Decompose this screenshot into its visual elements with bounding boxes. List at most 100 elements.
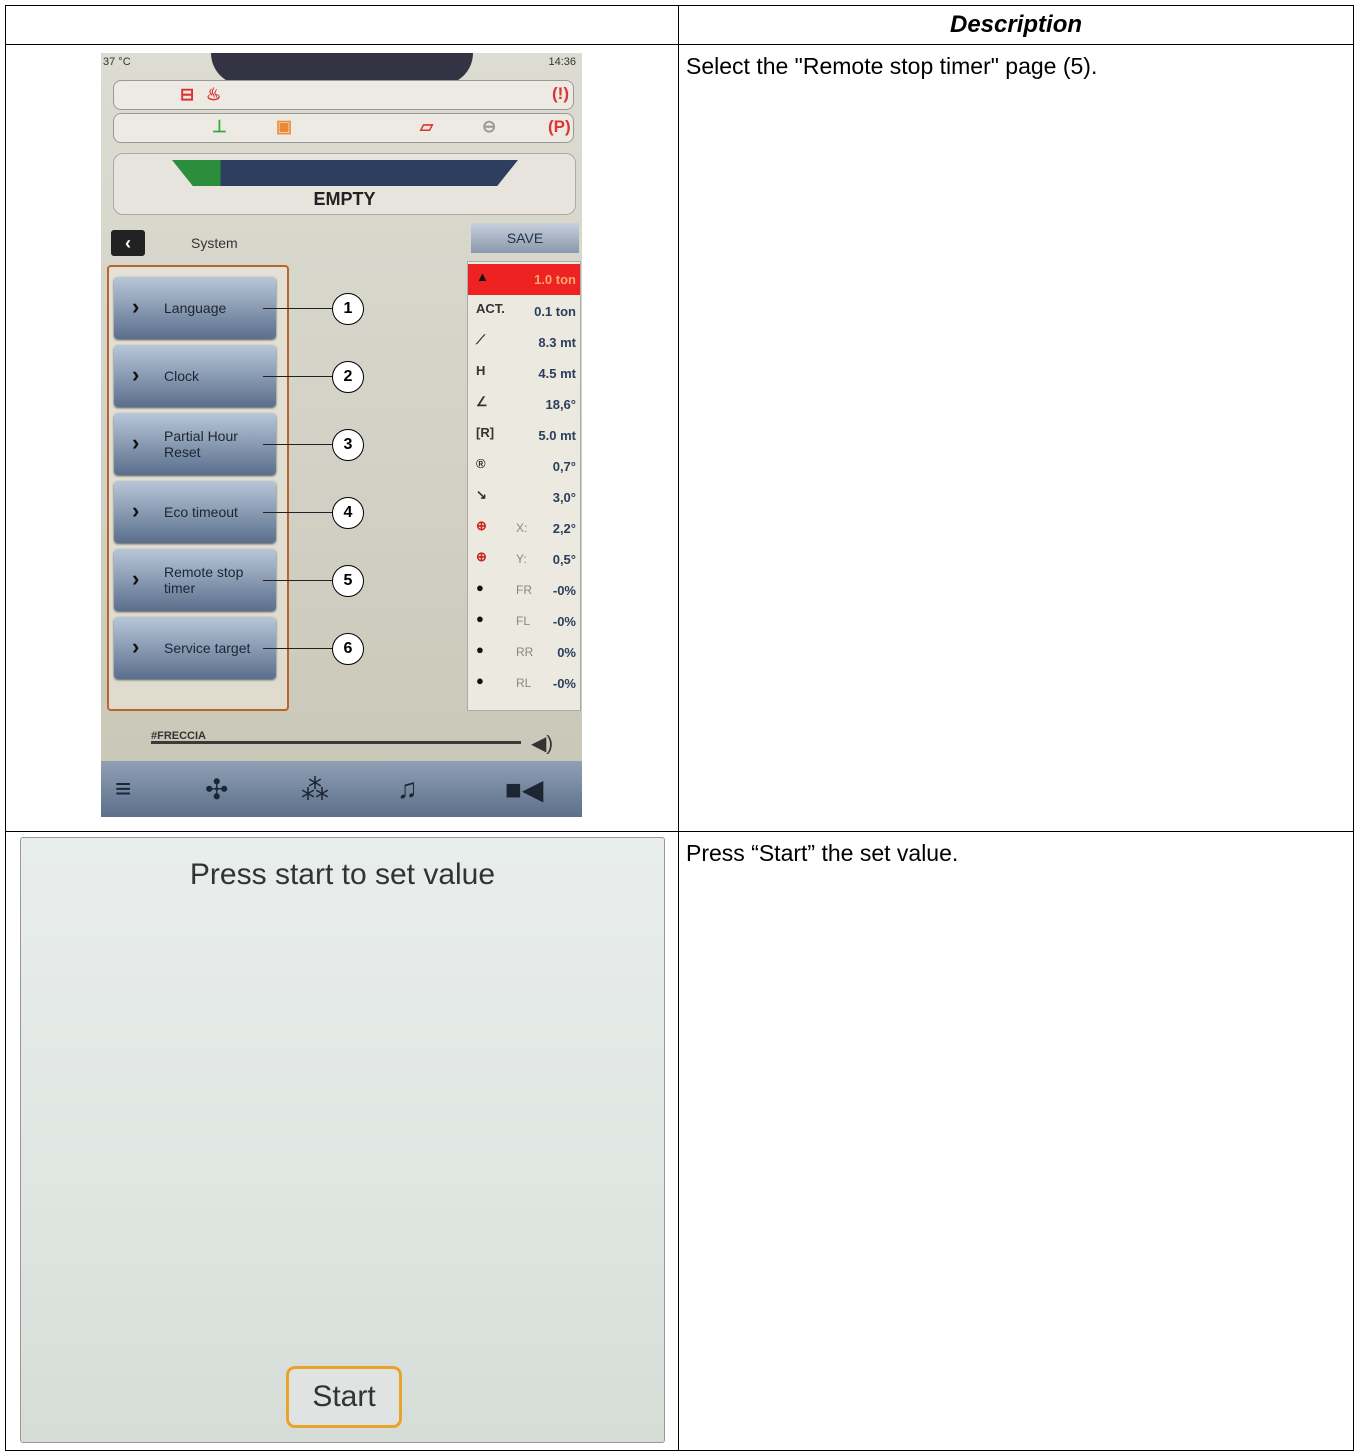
- callout-line: [263, 444, 333, 445]
- menu-item-label: Eco timeout: [164, 504, 238, 520]
- camera-icon[interactable]: ■◀: [505, 773, 543, 806]
- load-status: EMPTY: [313, 189, 376, 209]
- readout-value: 5.0 mt: [538, 428, 576, 443]
- readout-row: ® 0,7°: [468, 451, 580, 482]
- display-screenshot-start: Press start to set value Start: [20, 837, 665, 1443]
- callout-line: [263, 580, 333, 581]
- start-button[interactable]: Start: [286, 1366, 402, 1428]
- radio-progress: [151, 741, 521, 744]
- display-screenshot-system-menu: 37 °C 14:36 ⊟ ♨ (!) ⊥ ▣ ▱ ⊖ (P) EMPTY ‹ …: [101, 53, 582, 817]
- warning-bar-top: ⊟ ♨ (!): [113, 80, 574, 110]
- callout-3: 3: [332, 429, 364, 461]
- readout-value: 18,6°: [545, 397, 576, 412]
- step2-description: Press “Start” the set value.: [678, 831, 1354, 1451]
- menu-item-eco-timeout[interactable]: › Eco timeout: [114, 481, 276, 543]
- music-icon[interactable]: ♫: [397, 773, 418, 805]
- chevron-right-icon: ›: [132, 362, 140, 387]
- back-button[interactable]: ‹: [111, 230, 145, 256]
- readout-label: RR: [516, 645, 534, 659]
- readout-row: ⟋ 8.3 mt: [468, 327, 580, 358]
- clock-readout: 14:36: [548, 56, 576, 68]
- readout-value: -0%: [552, 676, 576, 691]
- menu-item-clock[interactable]: › Clock: [114, 345, 276, 407]
- battery-icon: ⊟: [180, 85, 195, 104]
- chevron-left-icon: ‹: [125, 233, 131, 253]
- readout-row: ⊕ X: 2,2°: [468, 513, 580, 544]
- readout-row: H 4.5 mt: [468, 358, 580, 389]
- bottom-nav: ≡ ✣ ⁂ ♫ ■◀: [101, 761, 582, 817]
- warning-bar-bottom: ⊥ ▣ ▱ ⊖ (P): [113, 113, 574, 143]
- callout-line: [263, 308, 333, 309]
- step1-description: Select the "Remote stop timer" page (5).: [678, 44, 1354, 832]
- menu-item-remote-stop-timer[interactable]: › Remote stop timer: [114, 549, 276, 611]
- menu-item-label: Service target: [164, 640, 251, 656]
- oil-icon: ♨: [206, 85, 222, 104]
- page-title: System: [191, 235, 238, 251]
- alert-icon: (!): [552, 84, 569, 103]
- rotation-icon: ®: [476, 456, 486, 471]
- readout-row: ● RL -0%: [468, 668, 580, 699]
- axle-lock-icon: ⊖: [482, 117, 497, 136]
- readout-value: 0,7°: [552, 459, 576, 474]
- readout-row: ● FL -0%: [468, 606, 580, 637]
- description-heading: Description: [678, 5, 1354, 45]
- weight-icon: ▲: [476, 269, 489, 284]
- menu-item-service-target[interactable]: › Service target: [114, 617, 276, 679]
- step2-image-cell: Press start to set value Start: [5, 831, 679, 1451]
- readout-value: 0%: [557, 645, 576, 660]
- level-y-icon: ⊕: [476, 549, 487, 564]
- save-button[interactable]: SAVE: [471, 223, 579, 253]
- tyre-icon: ●: [476, 642, 484, 657]
- readout-label: Y:: [516, 552, 527, 566]
- load-gauge-band: [172, 160, 518, 186]
- menu-item-partial-hour-reset[interactable]: › Partial Hour Reset: [114, 413, 276, 475]
- readout-row: ↘ 3,0°: [468, 482, 580, 513]
- seat-icon: ▣: [276, 117, 293, 136]
- instruction-table: Description 37 °C 14:36 ⊟ ♨ (!) ⊥ ▣ ▱ ⊖ …: [5, 5, 1354, 1451]
- slope-icon: ↘: [476, 487, 487, 502]
- temperature-readout: 37 °C: [103, 56, 131, 68]
- readout-label: FR: [516, 583, 532, 597]
- callout-line: [263, 512, 333, 513]
- level-x-icon: ⊕: [476, 518, 487, 533]
- system-menu: › Language › Clock › Partial Hour Reset › Ec…: [107, 265, 289, 711]
- length-icon: ⟋: [476, 332, 486, 347]
- fan-icon[interactable]: ✣: [205, 773, 228, 806]
- angle-icon: ∠: [476, 394, 488, 409]
- volume-icon[interactable]: ◀): [531, 731, 553, 756]
- tyre-icon: ●: [476, 611, 484, 626]
- machine-readouts: ▲ 1.0 ton ACT. 0.1 ton ⟋ 8.3 mt H 4.5 mt ∠ 18…: [467, 261, 581, 711]
- menu-icon[interactable]: ≡: [115, 773, 131, 805]
- radius-icon: [R]: [476, 425, 495, 440]
- readout-value: 0.1 ton: [534, 304, 576, 319]
- start-prompt: Press start to set value: [189, 858, 496, 891]
- chevron-right-icon: ›: [132, 430, 140, 455]
- tyre-icon: ●: [476, 580, 484, 595]
- chevron-right-icon: ›: [132, 634, 140, 659]
- readout-value: 3,0°: [552, 490, 576, 505]
- callout-5: 5: [332, 565, 364, 597]
- parking-brake-icon: (P): [548, 117, 571, 136]
- chevron-right-icon: ›: [132, 498, 140, 523]
- height-icon: H: [476, 363, 486, 378]
- tyre-icon: ●: [476, 673, 484, 688]
- readout-row: ACT. 0.1 ton: [468, 296, 580, 327]
- step1-image-cell: 37 °C 14:36 ⊟ ♨ (!) ⊥ ▣ ▱ ⊖ (P) EMPTY ‹ …: [5, 44, 679, 832]
- readout-row: ▲ 1.0 ton: [468, 264, 580, 295]
- readout-value: 2,2°: [552, 521, 576, 536]
- menu-item-label: Remote stop timer: [164, 564, 244, 596]
- chevron-right-icon: ›: [132, 566, 140, 591]
- callout-6: 6: [332, 633, 364, 665]
- menu-item-label: Language: [164, 300, 227, 316]
- readout-label: FL: [516, 614, 531, 628]
- load-gauge: EMPTY: [113, 153, 576, 215]
- hydraulics-icon[interactable]: ⁂: [301, 773, 329, 806]
- readout-row: ⊕ Y: 0,5°: [468, 544, 580, 575]
- readout-value: 8.3 mt: [538, 335, 576, 350]
- callout-2: 2: [332, 361, 364, 393]
- readout-value: -0%: [552, 614, 576, 629]
- image-column-header: [5, 5, 679, 45]
- readout-value: -0%: [552, 583, 576, 598]
- menu-item-language[interactable]: › Language: [114, 277, 276, 339]
- menu-item-label: Partial Hour Reset: [164, 428, 238, 460]
